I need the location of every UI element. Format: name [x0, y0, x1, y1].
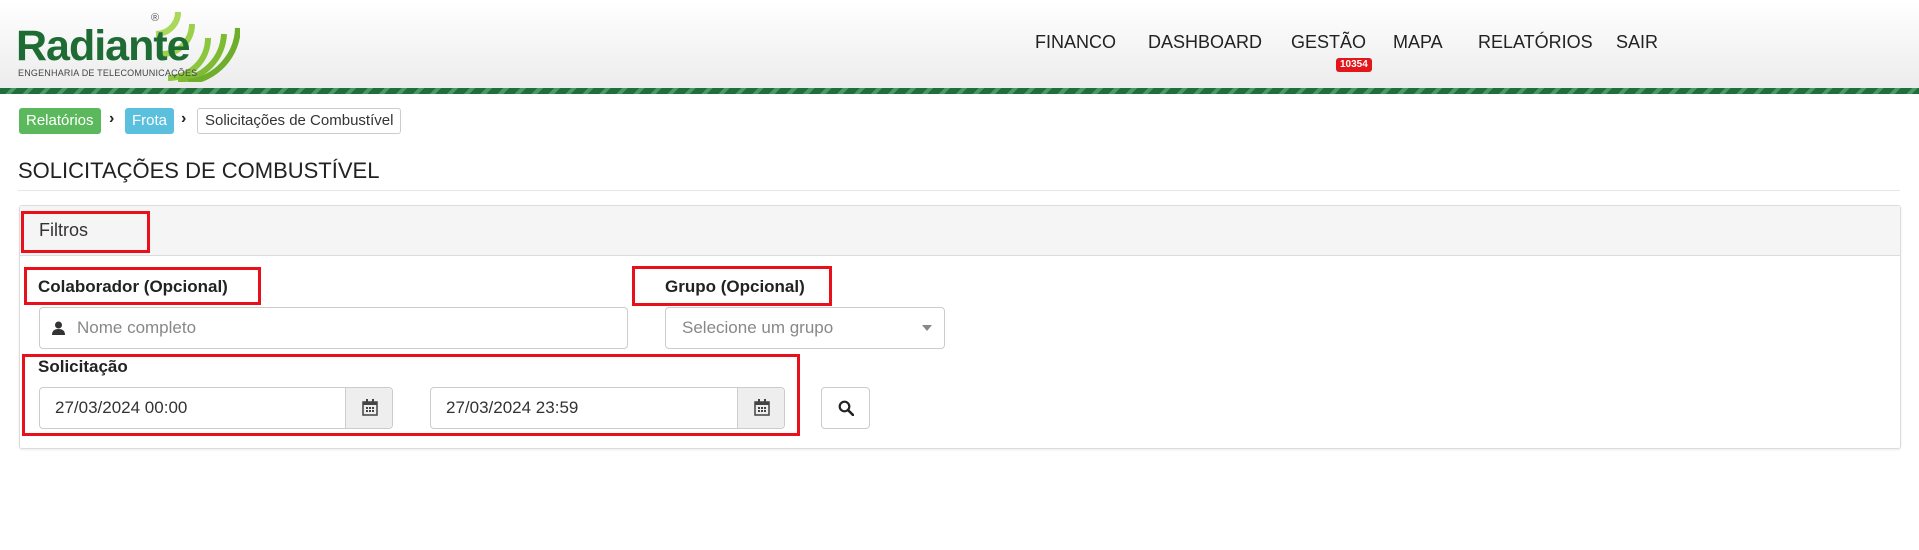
chevron-down-icon [922, 325, 932, 331]
highlight-box-filtros [21, 211, 150, 253]
registered-mark: ® [151, 12, 160, 24]
colaborador-input[interactable]: Nome completo [39, 307, 628, 349]
brand-logo[interactable]: Radiante ® ENGENHARIA DE TELECOMUNICAÇÕE… [16, 8, 240, 82]
nav-item-sair[interactable]: SAIR [1616, 32, 1658, 56]
notification-badge: 10354 [1336, 58, 1372, 72]
highlight-box-grupo [632, 266, 832, 306]
highlight-box-colaborador [24, 267, 261, 305]
nav-item-financo[interactable]: FINANCO [1035, 32, 1116, 56]
page-title: SOLICITAÇÕES DE COMBUSTÍVEL [18, 158, 380, 183]
user-icon [52, 321, 65, 335]
search-button[interactable] [821, 387, 870, 429]
filters-panel-header: Filtros [20, 206, 1900, 256]
colaborador-placeholder: Nome completo [77, 318, 197, 337]
grupo-select[interactable]: Selecione um grupo [665, 307, 945, 349]
breadcrumb-current: Solicitações de Combustível [197, 108, 402, 134]
nav-item-mapa[interactable]: MAPA [1393, 32, 1443, 56]
brand-tagline: ENGENHARIA DE TELECOMUNICAÇÕES [18, 68, 198, 78]
top-navbar: Radiante ® ENGENHARIA DE TELECOMUNICAÇÕE… [0, 0, 1919, 88]
breadcrumb-frota[interactable]: Frota [125, 108, 175, 134]
search-icon [838, 400, 854, 416]
nav-item-relatorios[interactable]: RELATÓRIOS [1478, 32, 1593, 56]
chevron-right-icon: › [109, 110, 115, 127]
highlight-box-solicitacao [22, 354, 800, 436]
header-stripe [0, 88, 1919, 94]
brand-name: Radiante [16, 22, 191, 70]
breadcrumb-relatorios[interactable]: Relatórios [19, 108, 101, 134]
title-divider [18, 190, 1900, 191]
chevron-right-icon: › [181, 110, 187, 127]
nav-item-dashboard[interactable]: DASHBOARD [1148, 32, 1262, 56]
grupo-placeholder: Selecione um grupo [682, 318, 834, 337]
nav-item-gestao[interactable]: GESTÃO [1291, 32, 1366, 56]
